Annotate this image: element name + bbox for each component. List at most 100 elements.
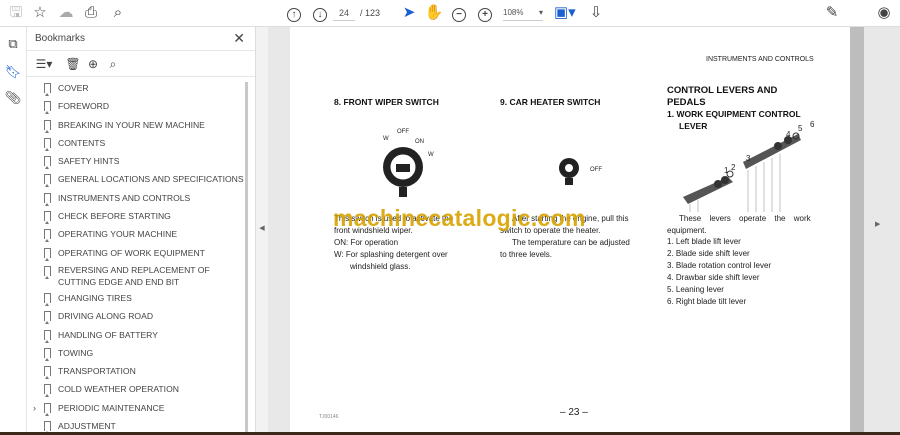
lever-list: 1. Left blade lift lever 2. Blade side sh…	[667, 236, 771, 308]
account-icon[interactable]: ◉	[874, 4, 894, 22]
zoom-out-button[interactable]: −	[449, 4, 469, 22]
scroll-mode-icon[interactable]: ⇩	[586, 4, 606, 22]
main-toolbar: 🖫 ☆ ☁ ⎙ ⌕ ↑ ↓ 24 / 123 ➤ ✋ − + 108% ▾ ▣▾…	[0, 0, 900, 27]
label-on: ON	[415, 139, 424, 145]
hand-tool-icon[interactable]: ✋	[424, 4, 444, 22]
lever-list-item: 1. Left blade lift lever	[667, 237, 741, 246]
bookmark-item[interactable]: HANDLING OF BATTERY	[27, 326, 242, 344]
bookmark-list: COVER FOREWORD BREAKING IN YOUR NEW MACHIN…	[27, 79, 244, 435]
bookmarks-panel: Bookmarks ✕ ☰▾ 🗑︎ ⊕ ⌕ COVER FOREWORD BREAK…	[27, 27, 255, 435]
expand-chevron-icon[interactable]: ›	[33, 399, 36, 417]
bookmark-item[interactable]: GENERAL LOCATIONS AND SPECIFICATIONS	[27, 170, 244, 188]
bookmark-item[interactable]: CONTENTS	[27, 134, 242, 152]
prev-page-button[interactable]: ↑	[284, 4, 304, 22]
expand-right-panel-button[interactable]: ▶	[875, 220, 880, 228]
bookmark-item[interactable]: BREAKING IN YOUR NEW MACHINE	[27, 116, 242, 134]
callout-number: 5	[798, 124, 803, 133]
lever-list-item: 6. Right blade tilt lever	[667, 297, 747, 306]
section-title: 9. CAR HEATER SWITCH	[500, 97, 601, 107]
label-w: W	[383, 136, 389, 142]
print-icon[interactable]: ⎙	[81, 4, 101, 22]
text-line: to three levels.	[500, 250, 553, 259]
page-fit-icon[interactable]: ▣▾	[554, 4, 576, 22]
page-thumbnails-icon[interactable]: ⧉	[3, 35, 23, 53]
bookmark-label: INSTRUMENTS AND CONTROLS	[58, 192, 191, 203]
bookmark-label: TOWING	[58, 347, 94, 358]
bookmark-icon	[44, 329, 51, 343]
bookmark-label: GENERAL LOCATIONS AND SPECIFICATIONS	[58, 174, 244, 185]
bookmark-icon	[44, 174, 51, 188]
save-icon[interactable]: 🖫	[6, 4, 26, 22]
delete-icon[interactable]: 🗑︎	[63, 55, 83, 73]
bookmark-label: FOREWORD	[58, 101, 110, 112]
page-number: – 23 –	[560, 407, 588, 418]
bookmark-icon	[44, 192, 51, 206]
options-menu-icon[interactable]: ☰▾	[34, 55, 54, 73]
zoom-in-button[interactable]: +	[475, 4, 495, 22]
bookmark-label: ADJUSTMENT	[58, 421, 116, 432]
bookmark-item[interactable]: CHANGING TIRES	[27, 289, 242, 307]
page-total: / 123	[360, 8, 381, 18]
footer-code: TJ00146	[319, 414, 339, 420]
close-icon[interactable]: ✕	[233, 30, 245, 47]
bookmark-item[interactable]: FOREWORD	[27, 97, 242, 115]
bookmark-icon	[44, 384, 51, 398]
search-icon[interactable]: ⌕	[108, 4, 128, 22]
add-bookmark-icon[interactable]: ⊕	[83, 55, 103, 73]
bookmark-icon	[44, 247, 51, 261]
bookmark-item[interactable]: COLD WEATHER OPERATION	[27, 380, 242, 398]
bookmark-item[interactable]: OPERATING YOUR MACHINE	[27, 225, 242, 243]
scrollbar[interactable]	[245, 82, 248, 432]
bookmark-item[interactable]: REVERSING AND REPLACEMENT OF CUTTING EDG…	[27, 262, 242, 289]
bookmark-item[interactable]: SAFETY HINTS	[27, 152, 242, 170]
edit-sign-icon[interactable]: ✎	[822, 4, 842, 22]
watermark: machinecatalogic.com	[333, 205, 586, 231]
bookmark-label: CHECK BEFORE STARTING	[58, 211, 171, 222]
bookmark-icon	[44, 137, 51, 151]
levers-illustration	[683, 132, 801, 212]
text-line: W: For splashing detergent over	[334, 250, 448, 259]
bookmark-icon	[44, 421, 51, 435]
next-page-button[interactable]: ↓	[310, 4, 330, 22]
select-tool-icon[interactable]: ➤	[399, 4, 419, 22]
bookmark-icon	[44, 101, 51, 115]
bookmark-label: CHANGING TIRES	[58, 292, 132, 303]
text-line: windshield glass.	[350, 262, 411, 271]
bookmark-item[interactable]: OPERATING OF WORK EQUIPMENT	[27, 244, 242, 262]
bookmark-item[interactable]: › PERIODIC MAINTENANCE	[27, 399, 242, 417]
page-gutter	[850, 27, 864, 432]
text-line: The temperature can be adjusted	[512, 238, 630, 247]
bookmark-label: BREAKING IN YOUR NEW MACHINE	[58, 119, 205, 130]
chevron-down-icon: ▾	[538, 8, 543, 17]
find-bookmark-icon[interactable]: ⌕	[103, 55, 123, 73]
bookmark-item[interactable]: TRANSPORTATION	[27, 362, 242, 380]
lever-list-item: 4. Drawbar side shift lever	[667, 273, 760, 282]
callout-number: 1	[724, 166, 729, 175]
callout-number: 6	[810, 120, 815, 129]
bookmark-item[interactable]: INSTRUMENTS AND CONTROLS	[27, 189, 242, 207]
bookmark-label: SAFETY HINTS	[58, 156, 120, 167]
left-rail: ⧉ 🔖︎ 📎︎	[0, 27, 27, 435]
bookmark-label: COVER	[58, 83, 89, 93]
bookmark-item[interactable]: DRIVING ALONG ROAD	[27, 307, 242, 325]
collapse-panel-button[interactable]: ◀	[255, 27, 268, 435]
section-title: 8. FRONT WIPER SWITCH	[334, 97, 439, 107]
cloud-upload-icon[interactable]: ☁	[56, 4, 76, 22]
bookmark-item[interactable]: TOWING	[27, 344, 242, 362]
bookmark-label: REVERSING AND REPLACEMENT OF CUTTING EDG…	[58, 264, 210, 287]
lever-list-item: 2. Blade side shift lever	[667, 249, 750, 258]
bookmark-icon	[44, 366, 51, 380]
bookmarks-icon[interactable]: 🔖︎	[3, 63, 23, 81]
bookmark-item[interactable]: CHECK BEFORE STARTING	[27, 207, 242, 225]
bookmark-star-icon[interactable]: ☆	[30, 4, 50, 22]
page-number-input[interactable]: 24	[333, 5, 355, 21]
bookmark-icon	[44, 402, 51, 416]
attachments-icon[interactable]: 📎︎	[3, 89, 23, 107]
bookmark-label: CONTENTS	[58, 137, 106, 148]
bookmark-icon	[44, 311, 51, 325]
bookmark-item[interactable]: COVER	[27, 79, 242, 97]
document-area: INSTRUMENTS AND CONTROLS 8. FRONT WIPER …	[268, 27, 900, 432]
callout-number: 4	[786, 130, 791, 139]
zoom-select[interactable]: 108% ▾	[503, 5, 543, 21]
label-w: W	[428, 152, 434, 158]
